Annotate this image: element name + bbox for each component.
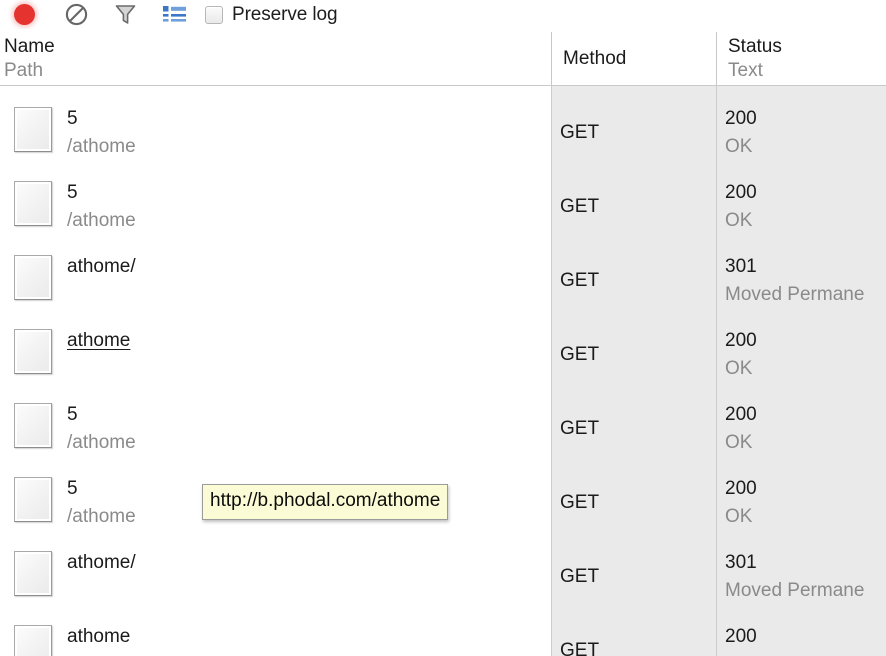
status-text: OK — [725, 210, 753, 231]
status-text: Moved Permane — [725, 284, 865, 305]
request-method: GET — [560, 492, 600, 513]
record-button[interactable] — [10, 3, 38, 27]
request-method-cell: GET — [552, 540, 716, 614]
request-method: GET — [560, 640, 600, 656]
request-method-cell: GET — [552, 170, 716, 244]
request-status-cell: 200 OK — [717, 614, 886, 656]
network-request-list[interactable]: 5/athome GET 200 OK 5/athome GET 200 OK athome/G… — [0, 86, 886, 656]
table-row[interactable]: 5/athome GET 200 OK — [0, 96, 886, 170]
preserve-log-label: Preserve log — [232, 4, 338, 25]
request-name[interactable]: 5 — [67, 179, 78, 207]
request-method-cell: GET — [552, 466, 716, 540]
column-header-status-primary: Status — [728, 36, 782, 57]
request-status-cell: 200 OK — [717, 466, 886, 540]
status-text: OK — [725, 136, 753, 157]
filter-button[interactable] — [111, 3, 139, 27]
request-name-cell[interactable]: 5/athome — [0, 392, 551, 466]
document-icon — [14, 255, 52, 300]
column-header-name[interactable]: Name Path — [4, 29, 551, 86]
request-name[interactable]: athome/ — [67, 253, 136, 281]
request-status-cell: 200 OK — [717, 170, 886, 244]
status-text: OK — [725, 432, 753, 453]
status-code: 301 — [725, 552, 757, 573]
url-tooltip: http://b.phodal.com/athome — [202, 484, 449, 520]
request-name[interactable]: athome — [67, 327, 130, 355]
request-path: /athome — [67, 432, 136, 453]
document-icon — [14, 551, 52, 596]
request-name[interactable]: athome — [67, 623, 130, 651]
filter-funnel-icon — [115, 5, 135, 24]
column-header-status[interactable]: Status Text — [728, 29, 886, 86]
request-method-cell: GET — [552, 614, 716, 656]
table-row[interactable]: athome/GET 301 Moved Permane — [0, 540, 886, 614]
request-status-cell: 301 Moved Permane — [717, 540, 886, 614]
request-name[interactable]: 5 — [67, 475, 78, 503]
request-method-cell: GET — [552, 392, 716, 466]
devtools-network-toolbar: Preserve log — [0, 0, 886, 29]
request-name-cell[interactable]: 5/athome — [0, 96, 551, 170]
view-list-icon — [162, 6, 186, 22]
status-code: 200 — [725, 478, 757, 499]
request-name-cell[interactable]: athome — [0, 318, 551, 392]
request-path: /athome — [67, 210, 136, 231]
status-code: 200 — [725, 626, 757, 647]
status-code: 200 — [725, 182, 757, 203]
request-name[interactable]: 5 — [67, 401, 78, 429]
request-name-cell[interactable]: athome — [0, 614, 551, 656]
request-method: GET — [560, 196, 600, 217]
table-row[interactable]: 5/athome GET 200 OK — [0, 392, 886, 466]
request-name[interactable]: 5 — [67, 105, 78, 133]
preserve-log-checkbox[interactable] — [205, 5, 223, 24]
request-method-cell: GET — [552, 244, 716, 318]
clear-no-entry-icon — [65, 3, 87, 26]
request-status-cell: 200 OK — [717, 392, 886, 466]
request-name-cell[interactable]: athome/ — [0, 244, 551, 318]
request-path: /athome — [67, 136, 136, 157]
status-code: 200 — [725, 330, 757, 351]
status-code: 200 — [725, 108, 757, 129]
table-row[interactable]: athome/GET 301 Moved Permane — [0, 244, 886, 318]
request-name[interactable]: athome/ — [67, 549, 136, 577]
request-name-cell[interactable]: athome/ — [0, 540, 551, 614]
status-code: 301 — [725, 256, 757, 277]
header-divider-1[interactable] — [551, 32, 552, 86]
status-text: Moved Permane — [725, 580, 865, 601]
clear-button[interactable] — [62, 3, 90, 27]
request-path: /athome — [67, 506, 136, 527]
table-row[interactable]: athome GET 200 OK — [0, 614, 886, 656]
request-method: GET — [560, 566, 600, 587]
column-header-status-secondary: Text — [728, 60, 763, 81]
status-text: OK — [725, 651, 752, 656]
status-text: OK — [725, 358, 753, 379]
request-method-cell: GET — [552, 318, 716, 392]
column-header-name-primary: Name — [4, 36, 55, 57]
request-method: GET — [560, 344, 600, 365]
table-header: Name Path Method Status Text — [0, 29, 886, 86]
column-header-name-secondary: Path — [4, 60, 44, 81]
request-method: GET — [560, 270, 600, 291]
request-name-cell[interactable]: 5/athome — [0, 170, 551, 244]
document-icon — [14, 477, 52, 522]
document-icon — [14, 181, 52, 226]
record-circle-icon — [13, 4, 35, 25]
view-list-button[interactable] — [160, 3, 188, 27]
document-icon — [14, 107, 52, 152]
document-icon — [14, 625, 52, 656]
table-row[interactable]: athome GET 200 OK — [0, 318, 886, 392]
column-header-method-label: Method — [563, 48, 627, 69]
table-row[interactable]: 5/athome GET 200 OK — [0, 170, 886, 244]
document-icon — [14, 329, 52, 374]
request-method: GET — [560, 122, 600, 143]
document-icon — [14, 403, 52, 448]
status-code: 200 — [725, 404, 757, 425]
column-header-method[interactable]: Method — [563, 29, 716, 86]
header-divider-2[interactable] — [716, 32, 717, 86]
request-method: GET — [560, 418, 600, 439]
request-status-cell: 200 OK — [717, 96, 886, 170]
request-status-cell: 301 Moved Permane — [717, 244, 886, 318]
status-text: OK — [725, 506, 753, 527]
request-status-cell: 200 OK — [717, 318, 886, 392]
preserve-log-control[interactable]: Preserve log — [205, 4, 338, 25]
request-method-cell: GET — [552, 96, 716, 170]
